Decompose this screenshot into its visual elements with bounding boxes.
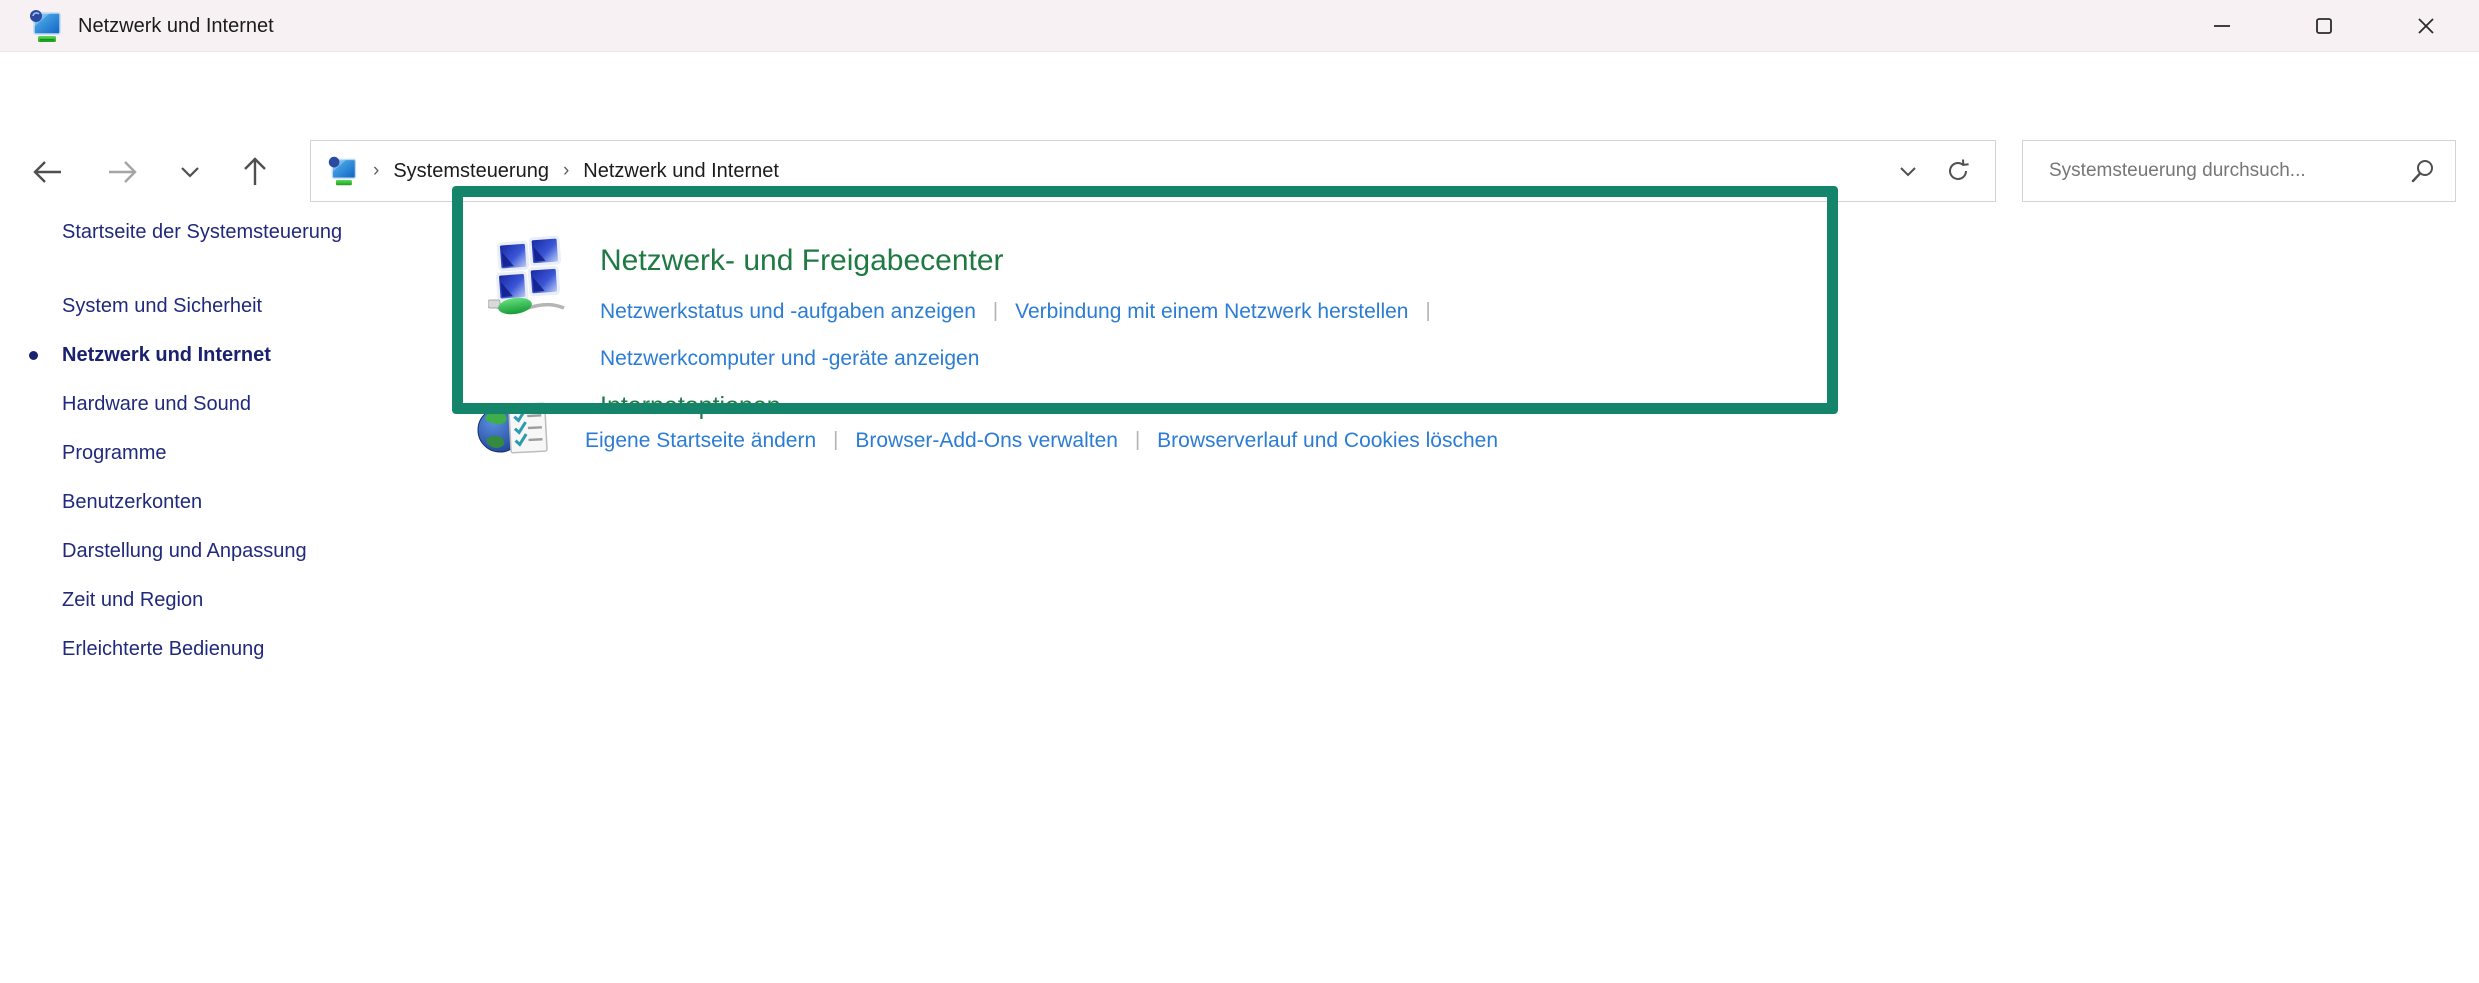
task-link-netzwerkcomputer[interactable]: Netzwerkcomputer und -geräte anzeigen (600, 347, 979, 370)
section-title-internetoptionen[interactable]: Internetoptionen (600, 392, 781, 421)
address-dropdown-button[interactable] (1899, 166, 1917, 177)
task-link-addons-verwalten[interactable]: Browser-Add-Ons verwalten (855, 429, 1118, 452)
network-internet-app-icon (28, 8, 64, 44)
up-button[interactable] (227, 149, 283, 195)
maximize-icon (2314, 16, 2334, 36)
minimize-icon (2212, 16, 2232, 36)
titlebar: Netzwerk und Internet (0, 0, 2479, 52)
search-input[interactable] (2023, 141, 2455, 201)
back-arrow-icon (31, 158, 65, 186)
control-panel-window: Netzwerk und Internet (0, 0, 2479, 983)
control-panel-location-icon (327, 155, 359, 187)
task-link-startseite-aendern[interactable]: Eigene Startseite ändern (585, 429, 816, 452)
chevron-down-icon (180, 166, 200, 178)
forward-arrow-icon (105, 158, 139, 186)
link-separator: | (1135, 429, 1140, 451)
search-box (2022, 140, 2456, 202)
up-arrow-icon (241, 155, 269, 189)
sidebar-item-programme[interactable]: Programme (40, 429, 440, 478)
search-icon[interactable] (2409, 158, 2435, 184)
sidebar-item-netzwerk-und-internet[interactable]: Netzwerk und Internet (40, 331, 440, 380)
task-link-netzwerkstatus[interactable]: Netzwerkstatus und -aufgaben anzeigen (600, 300, 976, 323)
sidebar-item-benutzerkonten[interactable]: Benutzerkonten (40, 478, 440, 527)
sidebar-item-hardware-und-sound[interactable]: Hardware und Sound (40, 380, 440, 429)
window-title: Netzwerk und Internet (78, 0, 274, 52)
recent-locations-button[interactable] (162, 149, 218, 195)
breadcrumb-chevron: › (563, 160, 569, 182)
navigation-bar: › Systemsteuerung › Netzwerk und Interne… (0, 53, 2479, 154)
sidebar-item-startseite[interactable]: Startseite der Systemsteuerung (40, 208, 440, 257)
network-sharing-center-icon[interactable] (488, 234, 572, 318)
breadcrumb-chevron: › (373, 160, 379, 182)
refresh-button[interactable] (1945, 158, 1971, 184)
maximize-button[interactable] (2289, 0, 2359, 52)
close-button[interactable] (2391, 0, 2461, 52)
sidebar-item-erleichterte-bedienung[interactable]: Erleichterte Bedienung (40, 625, 440, 674)
sidebar-item-zeit-und-region[interactable]: Zeit und Region (40, 576, 440, 625)
sidebar-item-darstellung-und-anpassung[interactable]: Darstellung und Anpassung (40, 527, 440, 576)
refresh-icon (1945, 158, 1971, 184)
address-bar[interactable]: › Systemsteuerung › Netzwerk und Interne… (310, 140, 1996, 202)
link-separator: | (1426, 300, 1431, 322)
task-links-row: Eigene Startseite ändern | Browser-Add-Ons… (585, 429, 1498, 453)
sidebar-item-system-und-sicherheit[interactable]: System und Sicherheit (40, 282, 440, 331)
task-link-verbindung-herstellen[interactable]: Verbindung mit einem Netzwerk herstellen (1015, 300, 1408, 323)
sidebar-item-label: Netzwerk und Internet (62, 344, 271, 366)
minimize-button[interactable] (2187, 0, 2257, 52)
active-item-bullet (29, 351, 38, 360)
task-links-row: Netzwerkcomputer und -geräte anzeigen (600, 347, 979, 371)
link-separator: | (993, 300, 998, 322)
breadcrumb-item-netzwerk-und-internet[interactable]: Netzwerk und Internet (583, 160, 779, 183)
breadcrumb-item-systemsteuerung[interactable]: Systemsteuerung (393, 160, 549, 183)
link-separator: | (833, 429, 838, 451)
sidebar: Startseite der Systemsteuerung System un… (40, 208, 440, 674)
task-links-row: Netzwerkstatus und -aufgaben anzeigen | Ve… (600, 300, 1448, 324)
section-title-netzwerk-und-freigabecenter[interactable]: Netzwerk- und Freigabecenter (600, 244, 1004, 278)
task-link-browserverlauf-loeschen[interactable]: Browserverlauf und Cookies löschen (1157, 429, 1498, 452)
back-button[interactable] (20, 149, 76, 195)
internet-options-icon[interactable] (476, 400, 552, 462)
close-icon (2416, 16, 2436, 36)
forward-button[interactable] (94, 149, 150, 195)
chevron-down-icon (1899, 166, 1917, 177)
